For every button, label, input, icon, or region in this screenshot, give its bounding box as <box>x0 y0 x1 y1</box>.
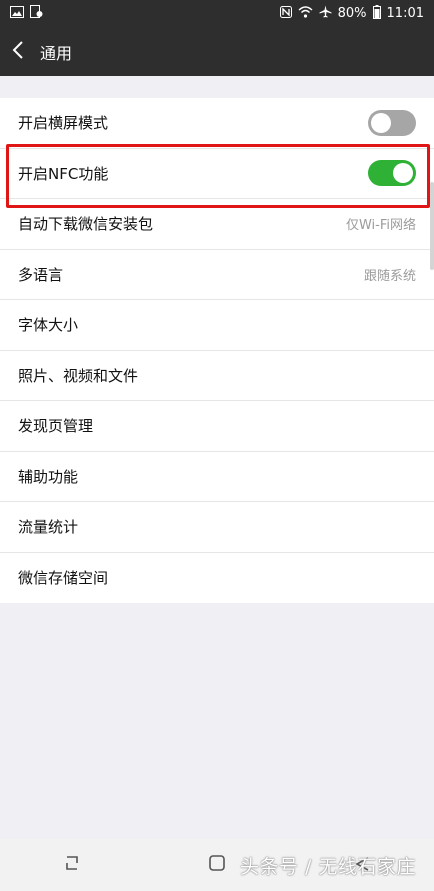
battery-icon <box>372 4 381 23</box>
settings-row-value: 跟随系统 <box>363 268 416 284</box>
recent-apps-button[interactable] <box>52 845 92 885</box>
settings-row-landscape[interactable]: 开启横屏模式 <box>0 98 434 149</box>
settings-row-label: 流量统计 <box>18 518 79 537</box>
settings-row-media[interactable]: 照片、视频和文件 <box>0 351 434 401</box>
settings-row-label: 辅助功能 <box>18 467 79 486</box>
status-left <box>10 5 43 22</box>
settings-row-label: 发现页管理 <box>18 417 94 436</box>
toggle-knob <box>371 112 391 133</box>
battery-percent: 80% <box>337 6 367 21</box>
settings-row-label: 字体大小 <box>18 316 79 335</box>
settings-row-auto-download[interactable]: 自动下载微信安装包 仅Wi-Fi网络 <box>0 199 434 250</box>
toggle-knob <box>393 163 413 184</box>
status-right: 80% 11:01 <box>279 4 424 23</box>
settings-row-font-size[interactable]: 字体大小 <box>0 300 434 351</box>
image-icon <box>10 5 24 22</box>
settings-row-label: 多语言 <box>18 265 64 284</box>
notification-icon <box>30 5 43 22</box>
settings-row-discover[interactable]: 发现页管理 <box>0 401 434 452</box>
settings-row-label: 自动下载微信安装包 <box>18 215 154 234</box>
settings-list: 开启横屏模式 开启NFC功能 自动下载微信安装包 仅Wi-Fi网络 多语言 跟随… <box>0 98 434 603</box>
settings-row-value: 仅Wi-Fi网络 <box>345 218 416 234</box>
back-button[interactable] <box>0 27 36 76</box>
settings-row-storage[interactable]: 微信存储空间 <box>0 553 434 604</box>
nfc-toggle[interactable] <box>368 160 416 187</box>
settings-row-accessibility[interactable]: 辅助功能 <box>0 452 434 502</box>
title-bar: 通用 <box>0 27 434 76</box>
status-bar: 80% 11:01 <box>0 0 434 27</box>
wifi-icon <box>298 5 313 22</box>
settings-row-label: 微信存储空间 <box>18 569 109 588</box>
page-title: 通用 <box>40 43 73 63</box>
settings-row-label: 开启NFC功能 <box>18 164 109 183</box>
clock: 11:01 <box>386 6 424 21</box>
home-button[interactable] <box>197 845 237 885</box>
settings-row-data-usage[interactable]: 流量统计 <box>0 502 434 553</box>
airplane-icon <box>319 5 332 22</box>
settings-row-label: 开启横屏模式 <box>18 114 109 133</box>
nfc-icon <box>279 5 292 22</box>
chevron-left-icon <box>12 40 24 64</box>
watermark: 头条号 / 无线石家庄 <box>240 856 416 878</box>
scrollbar[interactable] <box>430 182 434 270</box>
settings-row-nfc[interactable]: 开启NFC功能 <box>0 149 434 199</box>
home-icon <box>208 854 226 876</box>
recent-apps-icon <box>63 854 81 876</box>
settings-row-label: 照片、视频和文件 <box>18 366 139 385</box>
settings-row-language[interactable]: 多语言 跟随系统 <box>0 250 434 300</box>
landscape-toggle[interactable] <box>368 109 416 136</box>
